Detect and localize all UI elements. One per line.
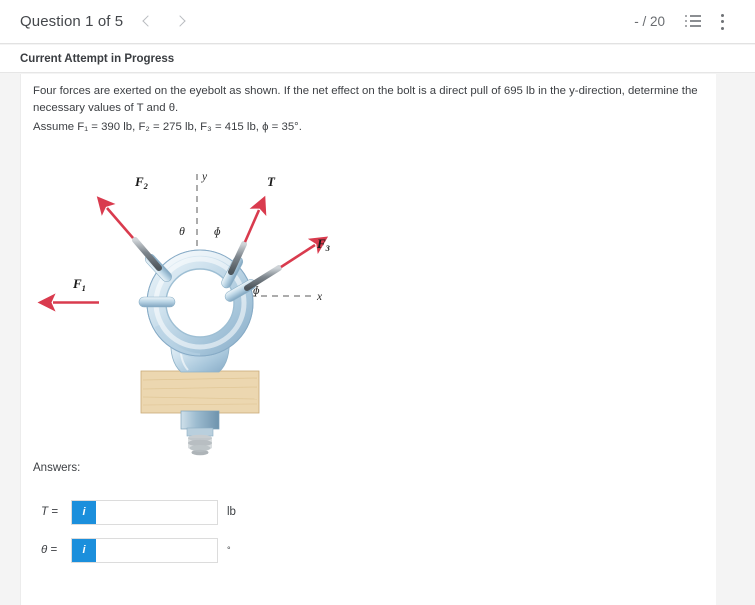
question-page: Question 1 of 5 - / 20 Current Attempt i… bbox=[0, 0, 755, 605]
question-navigation bbox=[141, 15, 187, 29]
answer-input-theta[interactable] bbox=[96, 538, 217, 562]
attempt-status-bar: Current Attempt in Progress bbox=[0, 45, 755, 73]
label-F2: F2 bbox=[134, 174, 149, 191]
question-list-icon[interactable] bbox=[685, 14, 701, 28]
problem-statement: Four forces are exerted on the eyebolt a… bbox=[33, 83, 705, 136]
info-icon[interactable]: i bbox=[72, 538, 96, 562]
answer-label-theta: θ = bbox=[41, 544, 58, 556]
next-question-icon[interactable] bbox=[173, 15, 187, 29]
attempt-status-label: Current Attempt in Progress bbox=[20, 52, 175, 65]
label-F3: F3 bbox=[316, 236, 331, 253]
problem-line-2: necessary values of T and θ. bbox=[33, 102, 179, 114]
score-display: - / 20 bbox=[634, 14, 665, 29]
label-y-axis: y bbox=[201, 171, 208, 183]
answer-row-T: T = i lb bbox=[33, 499, 236, 525]
answers-heading: Answers: bbox=[33, 462, 81, 474]
answer-label-T: T = bbox=[41, 506, 58, 518]
label-x-axis: x bbox=[316, 291, 323, 303]
label-phi-lower: ɸ bbox=[253, 283, 260, 297]
header-actions: - / 20 bbox=[634, 13, 725, 30]
force-F2-vector bbox=[96, 196, 172, 283]
answer-unit-T: lb bbox=[227, 506, 236, 518]
info-icon[interactable]: i bbox=[72, 500, 96, 524]
answer-row-theta: θ = i ° bbox=[33, 537, 231, 563]
bolt-assembly bbox=[180, 410, 220, 456]
eyebolt-diagram-svg: F1 F2 T F3 y x θ ɸ ɸ bbox=[37, 171, 331, 456]
force-F1-vector bbox=[37, 293, 176, 312]
problem-line-3: Assume F₁ = 390 lb, F₂ = 275 lb, F₃ = 41… bbox=[33, 121, 302, 133]
label-T: T bbox=[267, 174, 276, 189]
label-theta: θ bbox=[179, 224, 185, 238]
page-title: Question 1 of 5 bbox=[20, 13, 124, 30]
question-card: Four forces are exerted on the eyebolt a… bbox=[20, 74, 716, 605]
wood-beam bbox=[140, 370, 260, 414]
label-phi-upper: ɸ bbox=[214, 224, 221, 238]
answer-field-wrap-T: i bbox=[71, 499, 218, 525]
answer-field-wrap-theta: i bbox=[71, 537, 218, 563]
kebab-menu-icon[interactable] bbox=[721, 13, 725, 30]
answer-input-T[interactable] bbox=[96, 500, 217, 524]
problem-line-1: Four forces are exerted on the eyebolt a… bbox=[33, 85, 698, 97]
answer-unit-theta: ° bbox=[227, 545, 231, 555]
previous-question-icon[interactable] bbox=[141, 15, 155, 29]
page-header: Question 1 of 5 - / 20 bbox=[0, 0, 755, 44]
eyebolt-figure: F1 F2 T F3 y x θ ɸ ɸ bbox=[31, 156, 341, 456]
label-F1: F1 bbox=[72, 276, 86, 293]
